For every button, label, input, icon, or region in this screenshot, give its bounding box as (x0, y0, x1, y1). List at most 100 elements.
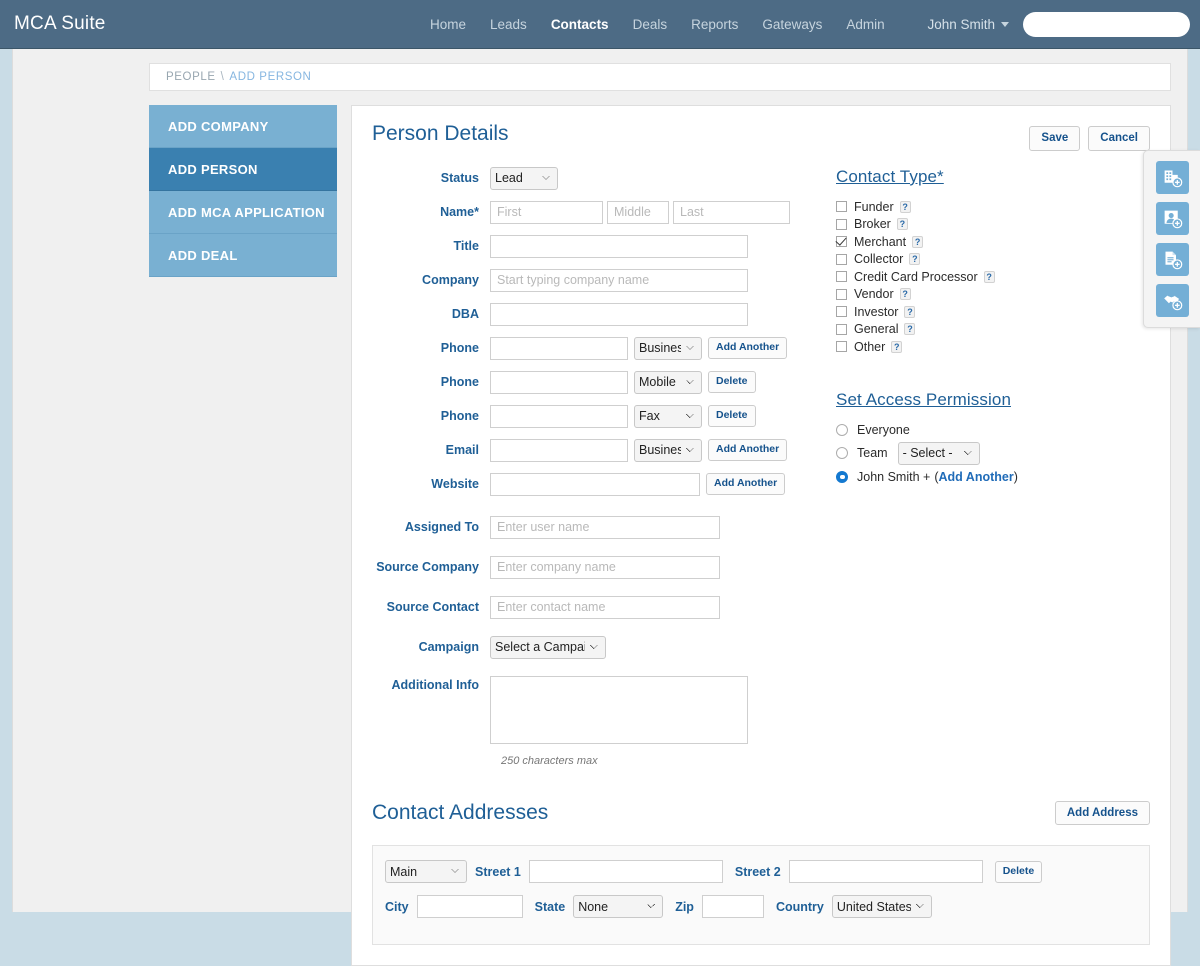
nav-item-deals[interactable]: Deals (633, 17, 668, 32)
global-search[interactable] (1023, 11, 1196, 37)
contact-type-row-other[interactable]: Other ? (836, 340, 1150, 354)
help-icon-broker[interactable]: ? (896, 218, 908, 231)
contact-type-row-collector[interactable]: Collector ? (836, 252, 1150, 266)
email-add-another-button[interactable]: Add Another (708, 439, 788, 461)
help-icon-vendor[interactable]: ? (899, 288, 911, 301)
access-permission-section: Set Access Permission Everyone Team - Se… (836, 390, 1150, 484)
owner-add-another-link[interactable]: Add Another (938, 470, 1013, 484)
contact-type-row-investor[interactable]: Investor ? (836, 305, 1150, 319)
owner-paren-close: ) (1013, 469, 1018, 484)
help-icon-investor[interactable]: ? (904, 305, 916, 318)
add-address-button[interactable]: Add Address (1054, 800, 1150, 826)
help-icon-general[interactable]: ? (904, 323, 916, 336)
add-company-icon[interactable] (1155, 161, 1189, 194)
status-select[interactable]: Lead (490, 166, 558, 190)
additional-info-textarea[interactable] (490, 675, 748, 744)
nav-item-leads[interactable]: Leads (490, 17, 527, 32)
dba-input[interactable] (490, 302, 748, 326)
checkbox-vendor[interactable] (836, 288, 847, 300)
additional-info-label: Additional Info (391, 677, 479, 692)
sidebar-item-add-company[interactable]: ADD COMPANY (149, 105, 337, 148)
nav-item-admin[interactable]: Admin (846, 17, 884, 32)
page-title: Person Details (372, 122, 509, 145)
address-row: Main Street 1 Street 2 Delete City State (372, 845, 1150, 946)
radio-everyone[interactable] (836, 423, 848, 436)
team-select[interactable]: - Select - (897, 441, 980, 465)
add-deal-icon[interactable] (1155, 284, 1189, 317)
permission-row-everyone[interactable]: Everyone (836, 423, 1150, 437)
user-menu[interactable]: John Smith (927, 17, 1023, 32)
phone-input-1[interactable] (490, 336, 628, 360)
phone-type-select-2[interactable]: Mobile (634, 370, 702, 394)
contact-type-row-funder[interactable]: Funder ? (836, 200, 1150, 214)
title-input[interactable] (490, 234, 748, 258)
email-label: Email (445, 443, 479, 458)
assigned-to-input[interactable] (490, 515, 720, 539)
website-input[interactable] (490, 472, 700, 496)
source-contact-input[interactable] (490, 595, 720, 619)
campaign-select[interactable]: Select a Campaign (490, 635, 606, 659)
first-name-input[interactable] (490, 200, 603, 224)
nav-item-contacts[interactable]: Contacts (551, 17, 609, 32)
main-nav: Home Leads Contacts Deals Reports Gatewa… (430, 17, 927, 32)
add-application-icon[interactable] (1155, 243, 1189, 276)
radio-owner[interactable] (836, 470, 848, 483)
city-input[interactable] (416, 895, 523, 919)
checkbox-funder[interactable] (836, 201, 847, 213)
checkbox-other[interactable] (836, 341, 847, 353)
checkbox-credit-card-processor[interactable] (836, 271, 847, 283)
email-type-select[interactable]: Business (634, 438, 702, 462)
nav-item-home[interactable]: Home (430, 17, 466, 32)
chevron-down-icon (1001, 21, 1009, 27)
add-person-icon[interactable] (1155, 202, 1189, 235)
contact-type-label-collector: Collector (854, 252, 904, 267)
phone-input-2[interactable] (490, 370, 628, 394)
breadcrumb-parent[interactable]: PEOPLE (166, 71, 216, 83)
address-type-select[interactable]: Main (385, 860, 467, 884)
sidebar-item-add-person[interactable]: ADD PERSON (149, 148, 337, 191)
help-icon-collector[interactable]: ? (909, 253, 921, 266)
middle-name-input[interactable] (607, 200, 669, 224)
help-icon-merchant[interactable]: ? (912, 235, 924, 248)
phone-delete-button-2[interactable]: Delete (708, 371, 756, 393)
phone-input-3[interactable] (490, 404, 628, 428)
permission-row-owner[interactable]: John Smith + ( Add Another ) (836, 470, 1150, 484)
checkbox-investor[interactable] (836, 306, 847, 318)
help-icon-credit-card-processor[interactable]: ? (983, 270, 995, 283)
checkbox-merchant[interactable] (836, 236, 847, 248)
permission-row-team[interactable]: Team - Select - (836, 441, 1150, 465)
contact-type-row-credit-card-processor[interactable]: Credit Card Processor ? (836, 270, 1150, 284)
search-input[interactable] (1037, 16, 1196, 32)
contact-type-row-vendor[interactable]: Vendor ? (836, 287, 1150, 301)
phone-add-another-button-1[interactable]: Add Another (708, 337, 788, 359)
last-name-input[interactable] (673, 200, 790, 224)
street1-input[interactable] (528, 860, 723, 884)
state-select[interactable]: None (573, 895, 664, 919)
phone-type-select-1[interactable]: Business (634, 336, 702, 360)
contact-type-row-broker[interactable]: Broker ? (836, 217, 1150, 231)
street2-input[interactable] (788, 860, 983, 884)
source-company-input[interactable] (490, 555, 720, 579)
save-button[interactable]: Save (1029, 126, 1081, 151)
email-input[interactable] (490, 438, 628, 462)
sidebar-item-add-mca-application[interactable]: ADD MCA APPLICATION (149, 191, 337, 234)
checkbox-collector[interactable] (836, 253, 847, 265)
checkbox-broker[interactable] (836, 218, 847, 230)
zip-input[interactable] (701, 895, 764, 919)
contact-type-row-general[interactable]: General ? (836, 322, 1150, 336)
checkbox-general[interactable] (836, 323, 847, 335)
phone-delete-button-3[interactable]: Delete (708, 405, 756, 427)
nav-item-gateways[interactable]: Gateways (762, 17, 822, 32)
cancel-button[interactable]: Cancel (1088, 126, 1150, 151)
sidebar-item-add-deal[interactable]: ADD DEAL (149, 234, 337, 277)
contact-type-row-merchant[interactable]: Merchant ? (836, 235, 1150, 249)
nav-item-reports[interactable]: Reports (691, 17, 738, 32)
phone-type-select-3[interactable]: Fax (634, 404, 702, 428)
country-select[interactable]: United States (831, 895, 932, 919)
address-delete-button[interactable]: Delete (994, 861, 1043, 883)
website-add-another-button[interactable]: Add Another (706, 473, 786, 495)
company-input[interactable] (490, 268, 748, 292)
radio-team[interactable] (836, 447, 848, 460)
help-icon-other[interactable]: ? (891, 340, 903, 353)
help-icon-funder[interactable]: ? (899, 200, 911, 213)
